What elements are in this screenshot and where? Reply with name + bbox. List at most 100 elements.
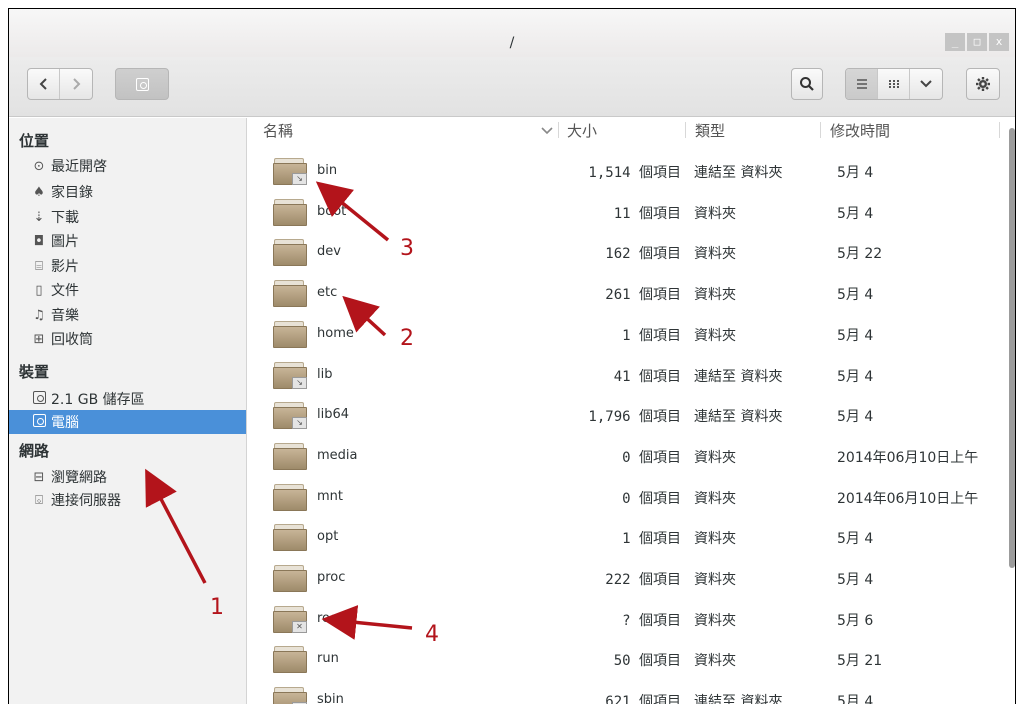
file-modified: 5月 4 [837,205,874,222]
sidebar-item-connect-server[interactable]: ⌺ 連接伺服器 [9,489,246,511]
file-modified: 5月 4 [837,694,874,704]
minimize-button[interactable]: _ [945,33,965,51]
folder-icon [273,523,307,552]
file-modified: 5月 4 [837,531,874,548]
network-heading: 網路 [19,442,50,460]
file-list-view: 名稱 大小 類型 修改時間 ↘ bin 1,514 個項目 連結至 資料夾 5月 4 bo… [247,118,1015,704]
list-view-button[interactable] [846,69,878,99]
window-title: / [509,35,515,51]
file-type: 連結至 資料夾 [694,165,783,181]
link-emblem-icon: ↘ [292,376,307,389]
column-separator [685,122,686,138]
grid-view-icon [888,80,899,88]
file-name: run [317,651,339,667]
file-row[interactable]: etc 261 個項目 資料夾 5月 4 [247,272,1007,313]
column-header: 名稱 大小 類型 修改時間 [247,118,1015,142]
sidebar-item-videos[interactable]: ⌸ 影片 [9,255,246,277]
file-row[interactable]: ↘ bin 1,514 個項目 連結至 資料夾 5月 4 [247,150,1007,191]
maximize-button[interactable]: □ [967,33,987,51]
search-button[interactable] [791,68,823,100]
folder-icon [273,564,307,592]
file-modified: 5月 22 [837,246,883,263]
file-name: etc [317,285,338,301]
sidebar-item-label: 圖片 [51,234,79,250]
folder-icon [273,645,307,674]
scrollbar[interactable] [1009,128,1015,568]
sidebar-item-home[interactable]: ♠ 家目錄 [9,181,246,203]
sidebar-item-trash[interactable]: ⊞ 回收筒 [9,328,246,350]
devices-heading: 裝置 [19,363,50,381]
file-row[interactable]: run 50 個項目 資料夾 5月 21 [247,638,1007,679]
link-emblem-icon: ↘ [292,417,307,430]
file-size: 1 個項目 [622,327,681,344]
sidebar-item-label: 影片 [51,259,79,275]
annotation-label-2: 2 [400,326,414,351]
file-row[interactable]: ↘ lib64 1,796 個項目 連結至 資料夾 5月 4 [247,394,1007,435]
sidebar-item-music[interactable]: ♫ 音樂 [9,304,246,326]
close-button[interactable]: x [989,33,1009,51]
title-bar: / _ □ x [9,9,1015,57]
sidebar-item-downloads[interactable]: ⇣ 下載 [9,206,246,228]
file-row[interactable]: boot 11 個項目 資料夾 5月 4 [247,191,1007,232]
sidebar-item-browse-network[interactable]: ⊟ 瀏覽網路 [9,466,246,488]
locked-emblem-icon: ✕ [292,620,307,633]
folder-icon: ↘ [273,686,307,704]
file-name: dev [317,244,341,260]
chevron-left-icon [39,78,47,90]
music-icon: ♫ [33,307,45,323]
file-row[interactable]: mnt 0 個項目 資料夾 2014年06月10日上午 [247,476,1007,517]
annotation-label-4: 4 [425,622,439,647]
sidebar-item-label: 2.1 GB 儲存區 [51,392,145,408]
folder-icon [273,320,307,348]
file-modified: 2014年06月10日上午 [837,490,979,507]
file-name: media [317,447,358,463]
file-row[interactable]: ✕ root ? 個項目 資料夾 5月 6 [247,598,1007,639]
file-type: 資料夾 [694,287,736,304]
sidebar-item-recent[interactable]: ⊙ 最近開啓 [9,155,246,177]
file-size: 222 個項目 [605,572,681,588]
file-type: 資料夾 [694,246,736,263]
column-modified[interactable]: 修改時間 [830,120,890,141]
file-type: 資料夾 [694,205,736,222]
folder-icon [273,198,307,226]
view-buttons [845,68,943,100]
folder-icon [273,238,307,267]
file-row[interactable]: media 0 個項目 資料夾 2014年06月10日上午 [247,435,1007,476]
view-menu-button[interactable] [910,69,942,99]
list-view-icon [856,79,867,89]
forward-button[interactable] [60,69,92,99]
sort-arrow-icon[interactable] [541,127,553,135]
download-icon: ⇣ [33,209,45,225]
file-row[interactable]: dev 162 個項目 資料夾 5月 22 [247,231,1007,272]
column-name[interactable]: 名稱 [263,120,293,141]
file-row[interactable]: opt 1 個項目 資料夾 5月 4 [247,516,1007,557]
sidebar-item-computer[interactable]: 電腦 [9,410,246,434]
settings-button[interactable] [966,68,1000,100]
gear-icon [976,77,990,91]
sidebar-item-pictures[interactable]: ◘ 圖片 [9,230,246,252]
column-size[interactable]: 大小 [567,120,597,141]
sidebar-item-storage[interactable]: 2.1 GB 儲存區 [9,388,246,410]
file-row[interactable]: proc 222 個項目 資料夾 5月 4 [247,557,1007,598]
sidebar-item-label: 連接伺服器 [51,493,121,509]
file-size: 1,514 個項目 [588,165,681,181]
sidebar-item-documents[interactable]: ▯ 文件 [9,279,246,301]
sidebar-item-label: 音樂 [51,308,79,324]
back-button[interactable] [28,69,60,99]
clock-icon: ⊙ [33,158,45,174]
file-name: sbin [317,692,344,704]
file-row[interactable]: home 1 個項目 資料夾 5月 4 [247,313,1007,354]
file-size: 1 個項目 [622,531,681,548]
column-separator [820,122,821,138]
file-type: 資料夾 [694,531,736,548]
column-type[interactable]: 類型 [695,120,725,141]
file-modified: 5月 4 [837,327,874,344]
folder-icon: ↘ [273,401,307,430]
file-row[interactable]: ↘ lib 41 個項目 連結至 資料夾 5月 4 [247,354,1007,395]
file-modified: 5月 4 [837,287,874,304]
grid-view-button[interactable] [878,69,910,99]
location-computer-button[interactable] [115,68,169,100]
file-row[interactable]: ↘ sbin 621 個項目 連結至 資料夾 5月 4 [247,679,1007,704]
annotation-label-1: 1 [210,595,224,620]
sidebar-item-label: 最近開啓 [51,159,107,175]
